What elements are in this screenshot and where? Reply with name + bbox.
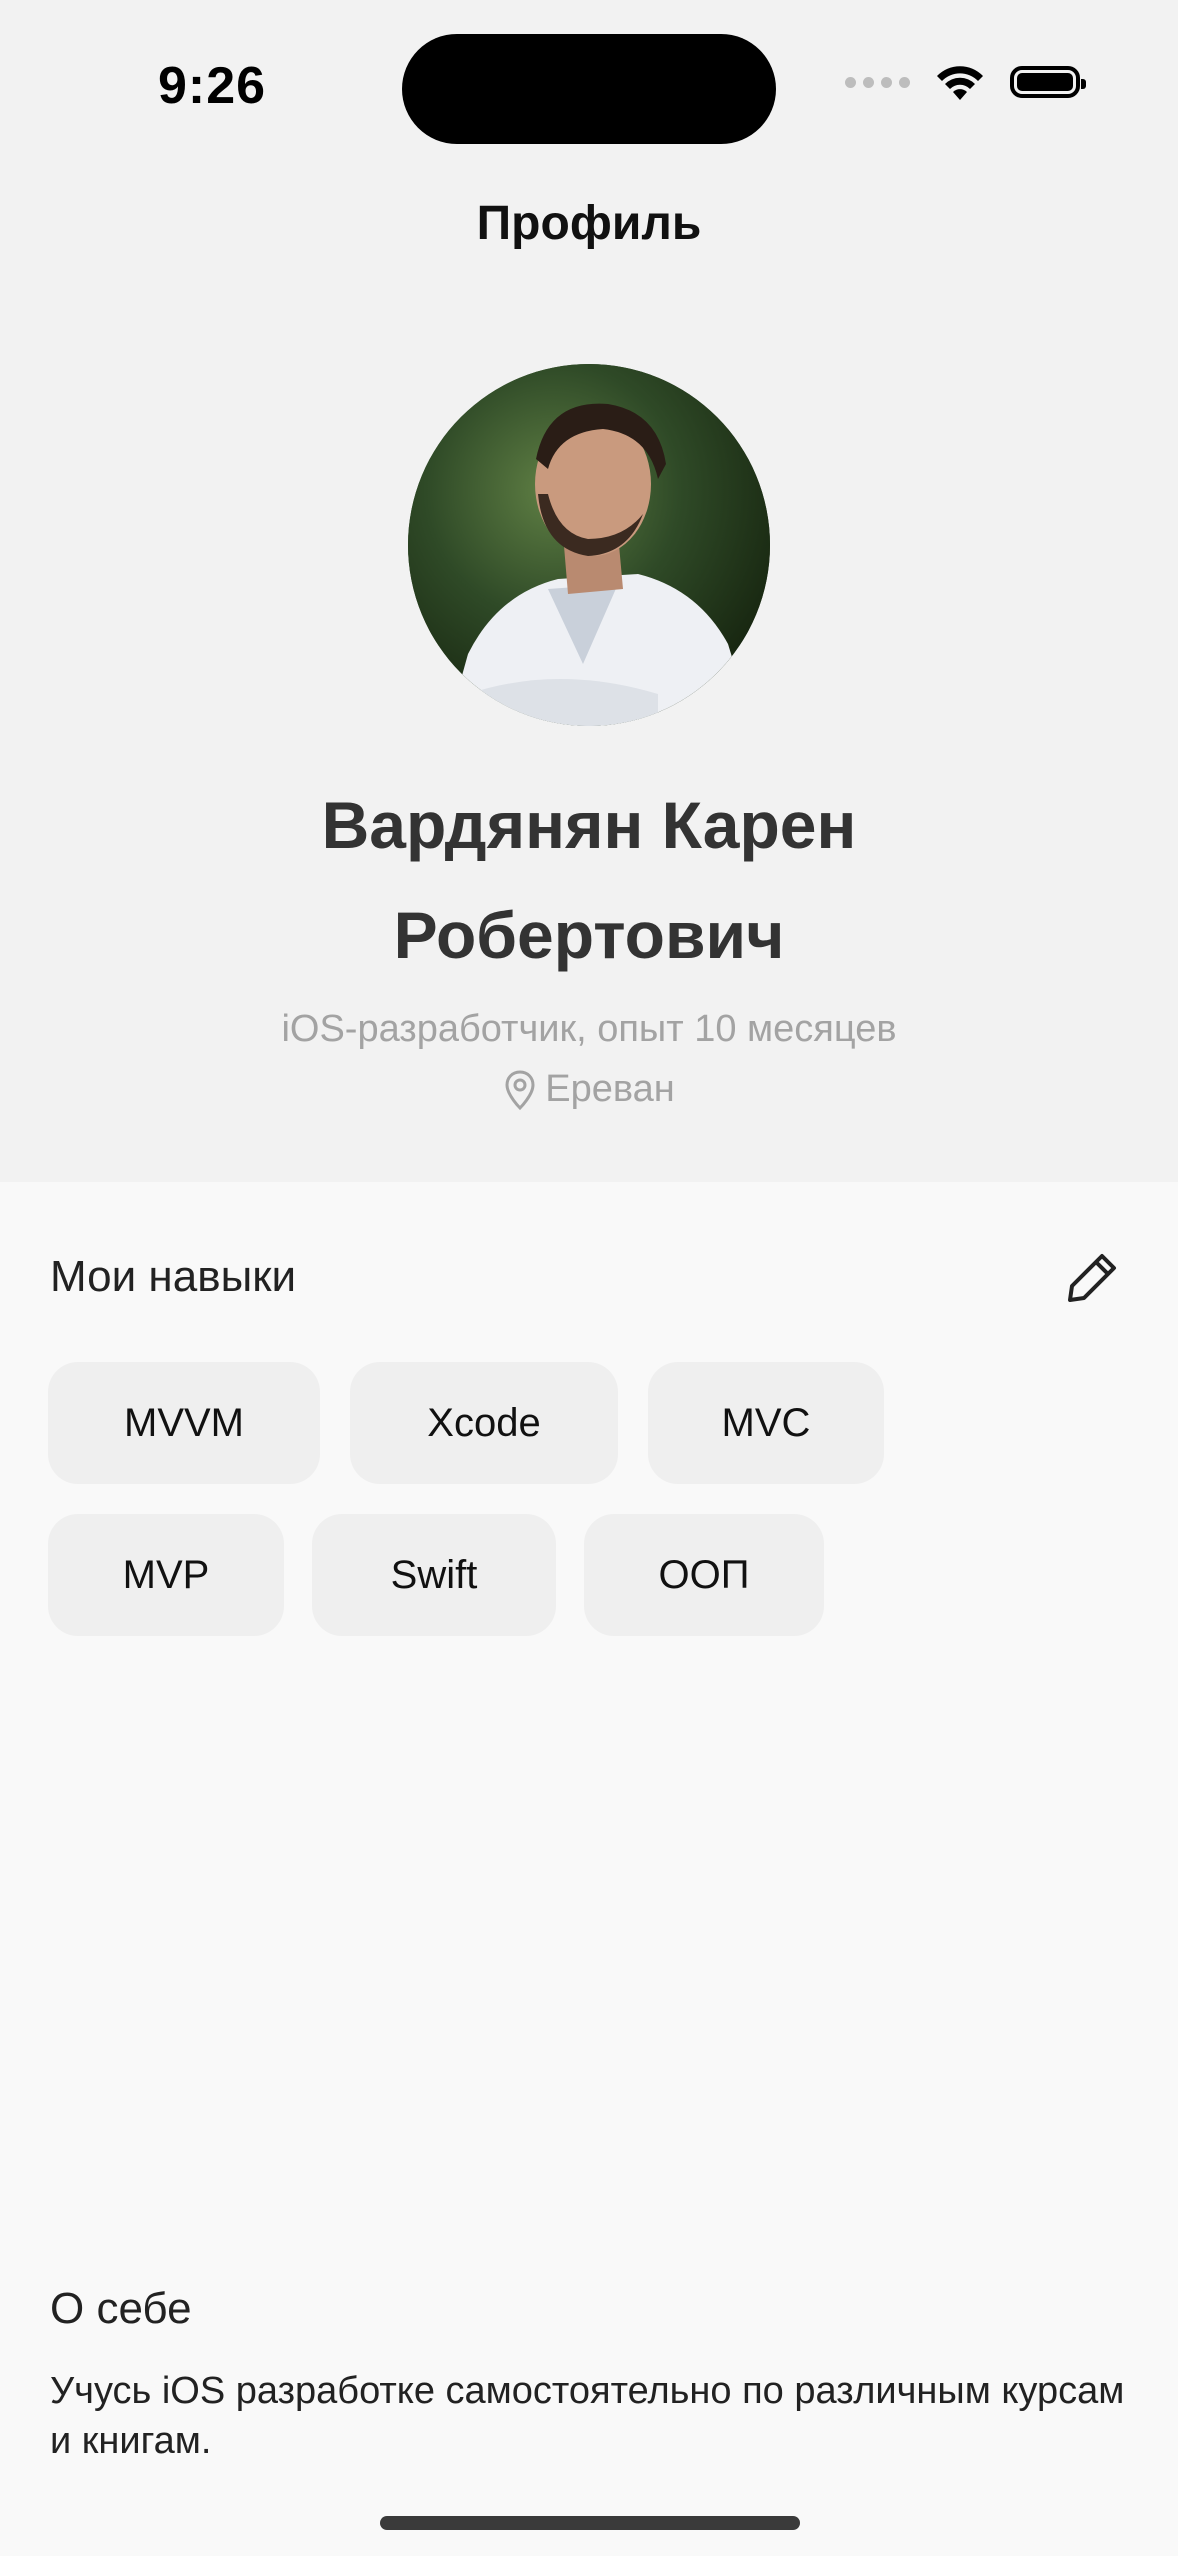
wifi-icon [937, 66, 983, 100]
battery-icon [1010, 66, 1086, 98]
profile-location: Ереван [0, 1068, 1178, 1111]
location-label: Ереван [545, 1068, 675, 1110]
location-pin-icon [505, 1069, 535, 1110]
skill-chip-xcode[interactable]: Xcode [350, 1362, 618, 1484]
avatar [408, 364, 770, 726]
status-indicators [845, 62, 1086, 102]
skills-section-title: Мои навыки [50, 1252, 297, 1301]
home-indicator[interactable] [380, 2516, 800, 2530]
skill-chip-mvp[interactable]: MVP [48, 1514, 284, 1636]
profile-name-line2: Робертович [393, 898, 785, 972]
avatar-photo [408, 364, 770, 726]
profile-name-line1: Вардянян Карен [321, 788, 857, 862]
skill-chip-mvvm[interactable]: MVVM [48, 1362, 320, 1484]
profile-name: Вардянян Карен Робертович [0, 770, 1178, 990]
skill-chip-mvc[interactable]: MVC [648, 1362, 884, 1484]
profile-subtitle: iOS-разработчик, опыт 10 месяцев [281, 1008, 897, 1050]
dynamic-island [402, 34, 776, 144]
page-title: Профиль [476, 197, 702, 250]
edit-pencil-icon[interactable] [1062, 1248, 1122, 1308]
skill-chip-oop[interactable]: ООП [584, 1514, 824, 1636]
about-section-title: О себе [50, 2284, 192, 2333]
cellular-signal-icon [845, 76, 910, 88]
status-time: 9:26 [158, 57, 267, 115]
skill-chip-swift[interactable]: Swift [312, 1514, 556, 1636]
about-text: Учусь iOS разработке самостоятельно по р… [50, 2370, 1125, 2462]
